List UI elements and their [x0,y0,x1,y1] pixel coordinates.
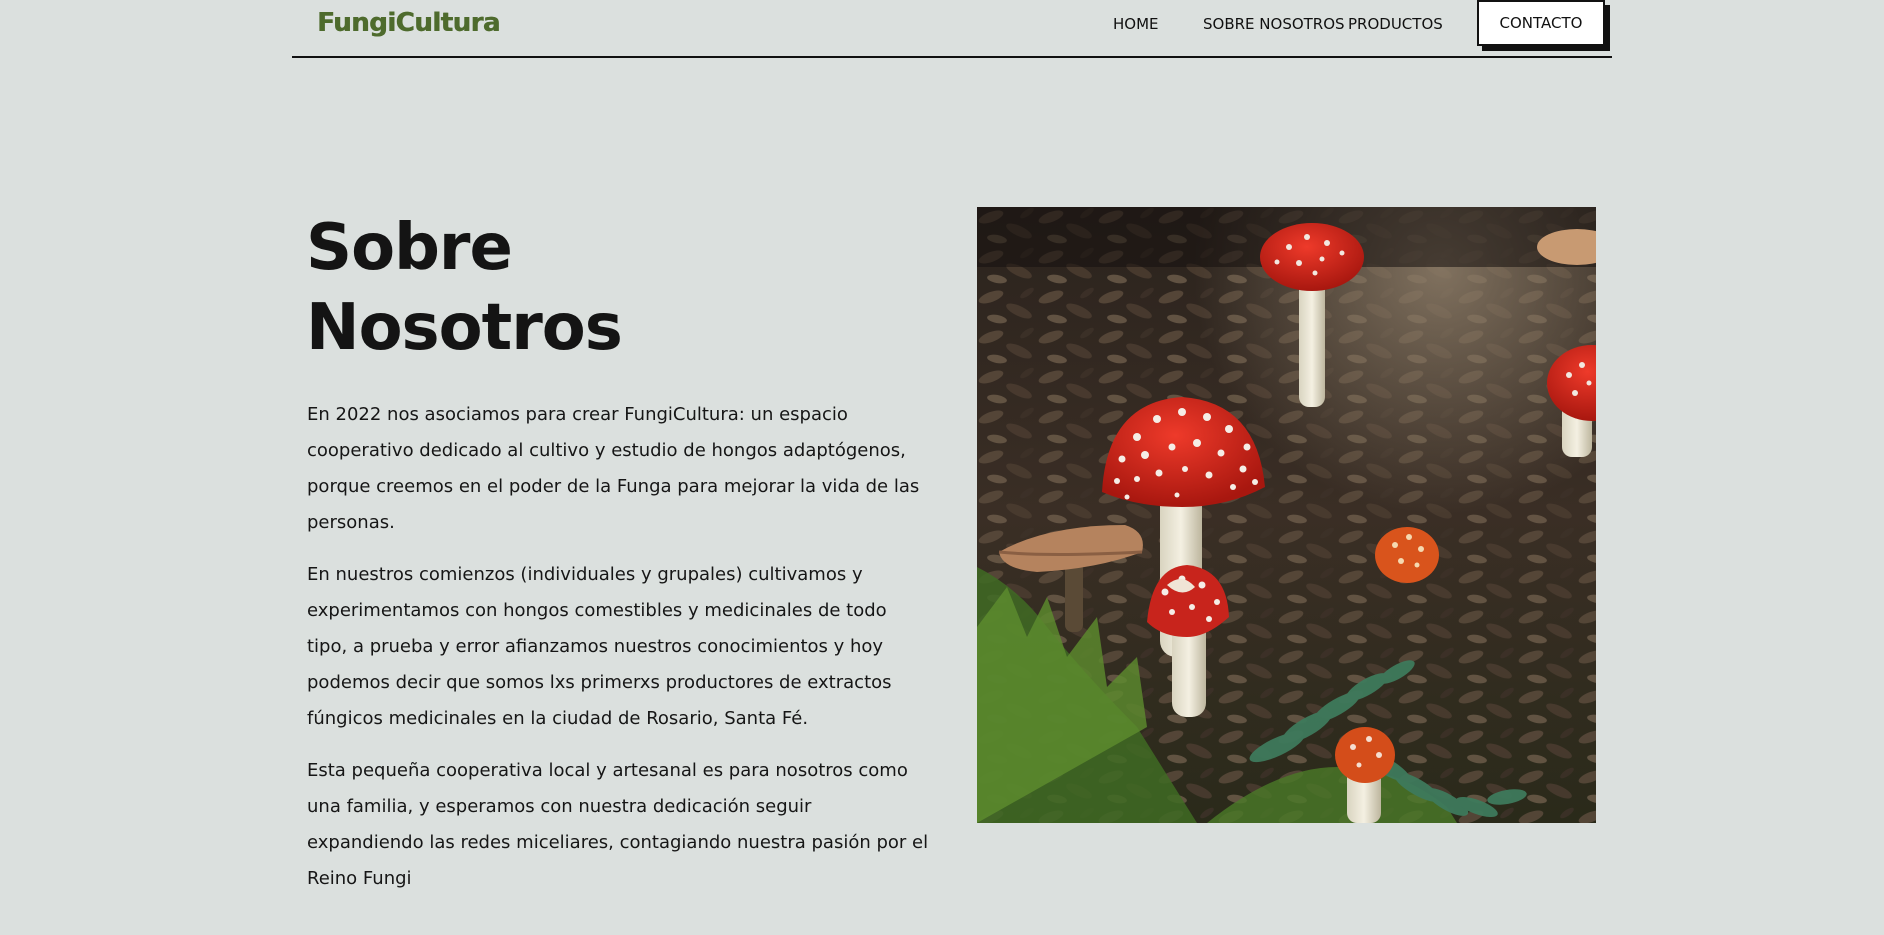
contact-button[interactable]: CONTACTO [1477,0,1605,46]
nav-productos[interactable]: PRODUCTOS [1348,15,1443,33]
title-line-1: Sobre [306,211,513,285]
page-title: Sobre Nosotros [306,208,623,368]
mushroom-illustration [977,207,1596,823]
site-header: FungiCultura HOME SOBRE NOSOTROS PRODUCT… [292,0,1612,58]
page: FungiCultura HOME SOBRE NOSOTROS PRODUCT… [0,0,1884,935]
title-line-2: Nosotros [306,291,623,365]
about-text: En 2022 nos asociamos para crear FungiCu… [307,397,932,913]
nav-home[interactable]: HOME [1113,15,1159,33]
mushroom-photo [977,207,1596,823]
nav-sobre-nosotros[interactable]: SOBRE NOSOTROS [1203,15,1345,33]
paragraph-2: En nuestros comienzos (individuales y gr… [307,564,892,729]
paragraph-1: En 2022 nos asociamos para crear FungiCu… [307,404,920,533]
logo[interactable]: FungiCultura [317,8,500,38]
paragraph-3: Esta pequeña cooperativa local y artesan… [307,760,929,889]
main-nav: HOME SOBRE NOSOTROS PRODUCTOS CONTACTO [1012,0,1612,56]
